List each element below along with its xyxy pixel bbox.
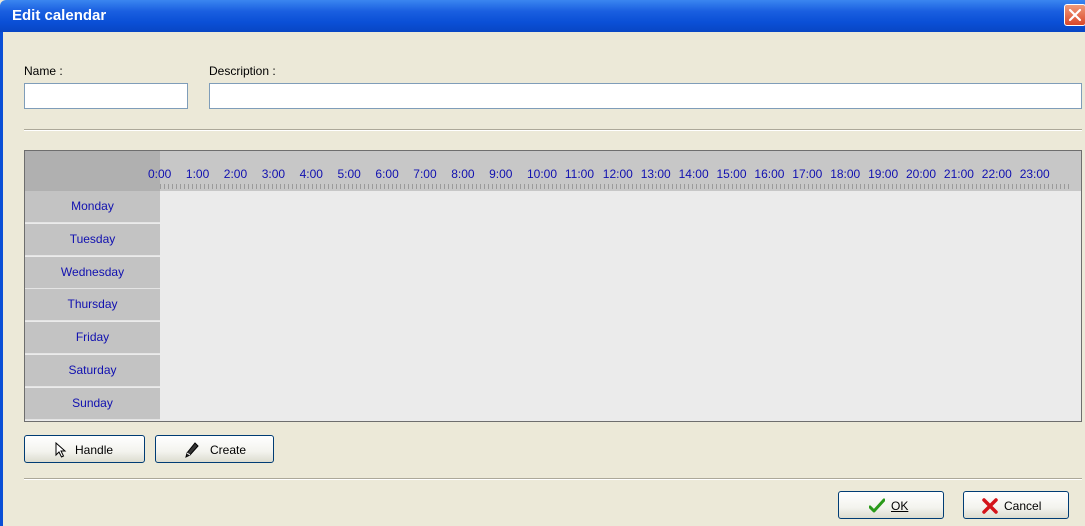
hour-label: 20:00 (906, 167, 937, 181)
ok-label: OK (891, 499, 909, 513)
hour-label: 22:00 (981, 167, 1012, 181)
window-frame (0, 32, 3, 526)
cancel-button[interactable]: Cancel (963, 491, 1069, 519)
x-icon (982, 498, 998, 514)
checkmark-icon (869, 498, 885, 513)
day-row-label: Saturday (25, 355, 160, 387)
day-row-label: Thursday (25, 289, 160, 322)
day-row-label: Friday (25, 322, 160, 355)
description-label: Description : (209, 64, 276, 78)
hour-label: 9:00 (489, 167, 513, 181)
hour-label: 17:00 (792, 167, 823, 181)
name-label: Name : (24, 64, 63, 78)
hour-label: 3:00 (261, 167, 286, 181)
hour-label: 19:00 (868, 167, 899, 181)
create-button[interactable]: Create (155, 435, 274, 463)
hour-label: 4:00 (299, 167, 323, 181)
close-icon (1068, 8, 1082, 22)
day-row-label: Wednesday (25, 256, 160, 289)
handle-button[interactable]: Handle (24, 435, 145, 463)
close-button[interactable] (1064, 4, 1085, 26)
hour-label: 6:00 (375, 167, 399, 181)
time-header: 0:00 1:00 2:00 3:00 4:00 5:00 6:00 7:00 8:00 9:00… (25, 151, 1081, 191)
hour-label: 5:00 (337, 167, 361, 181)
hour-label: 10:00 (527, 167, 558, 181)
day-row-label: Monday (25, 191, 160, 223)
hour-label: 1:00 (185, 167, 210, 181)
hour-label: 2:00 (223, 167, 248, 181)
hour-label: 23:00 (1019, 167, 1050, 181)
create-label: Create (210, 443, 247, 457)
hour-label: 11:00 (564, 167, 595, 181)
separator (24, 129, 1082, 131)
hour-label: 14:00 (678, 167, 709, 181)
time-ticks (160, 184, 1071, 189)
hour-label: 16:00 (754, 167, 785, 181)
hour-label: 21:00 (943, 167, 974, 181)
description-field[interactable] (209, 83, 1082, 109)
day-row-label: Tuesday (25, 223, 160, 256)
cancel-label: Cancel (1004, 499, 1042, 513)
hour-label: 15:00 (716, 167, 747, 181)
pencil-icon (185, 442, 199, 458)
schedule-area[interactable] (160, 191, 1081, 421)
hour-label: 7:00 (413, 167, 437, 181)
hour-label: 13:00 (640, 167, 671, 181)
cursor-arrow-icon (55, 442, 67, 458)
hour-label: 18:00 (830, 167, 861, 181)
hour-label: 8:00 (451, 167, 475, 181)
ok-button[interactable]: OK (838, 491, 944, 519)
name-field[interactable] (24, 83, 188, 109)
title-bar: Edit calendar (0, 0, 1085, 32)
separator (24, 478, 1082, 480)
grid-corner (25, 151, 160, 191)
window-title: Edit calendar (12, 7, 107, 24)
schedule-grid[interactable]: 0:00 1:00 2:00 3:00 4:00 5:00 6:00 7:00 8:00 9:00… (24, 150, 1082, 422)
hour-label: 12:00 (602, 167, 633, 181)
hour-label: 0:00 (148, 167, 172, 181)
day-row-label: Sunday (25, 387, 160, 420)
handle-label: Handle (75, 443, 114, 457)
